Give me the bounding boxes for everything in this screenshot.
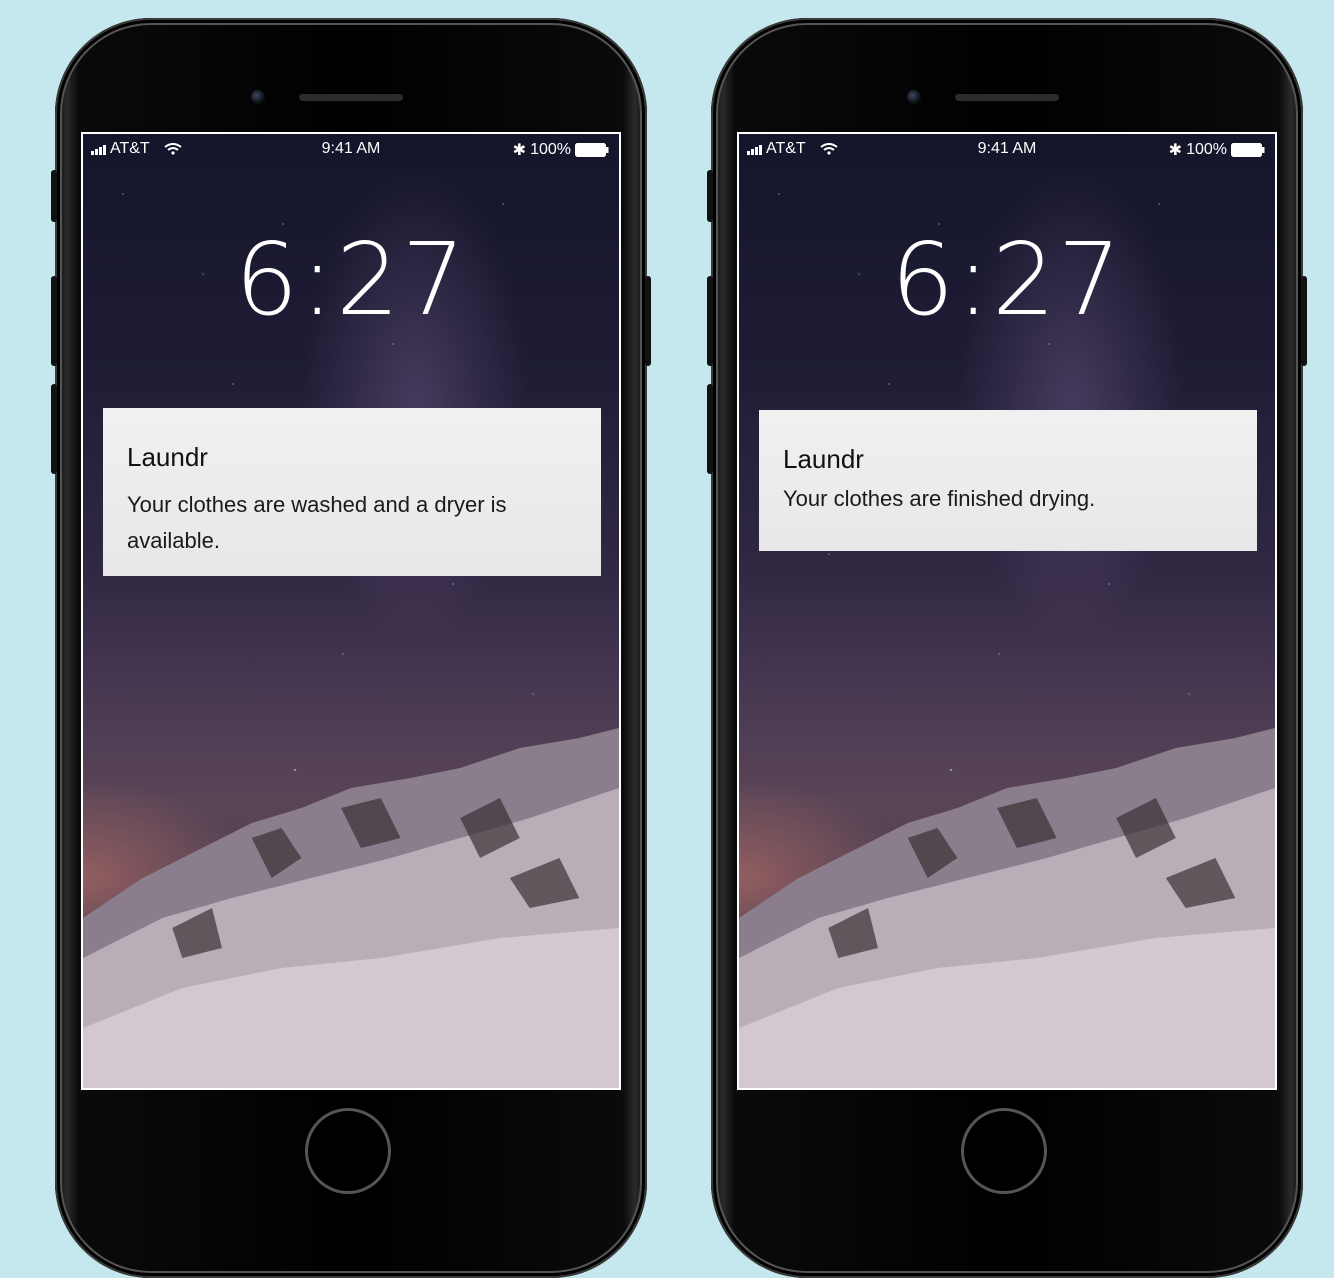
- volume-up-button: [707, 276, 713, 366]
- lock-screen: AT&T 9:41 AM ✱ 100% 6:27 Laundr Your clo…: [81, 132, 621, 1090]
- earpiece-speaker: [299, 94, 403, 101]
- power-button: [1301, 276, 1307, 366]
- volume-up-button: [51, 276, 57, 366]
- lock-screen: AT&T 9:41 AM ✱ 100% 6:27 Laundr Your clo…: [737, 132, 1277, 1090]
- phone-mockup-right: AT&T 9:41 AM ✱ 100% 6:27 Laundr Your clo…: [707, 18, 1307, 1278]
- notification-message: Your clothes are washed and a dryer is a…: [127, 492, 507, 553]
- home-button[interactable]: [305, 1108, 391, 1194]
- front-camera: [251, 90, 265, 104]
- mute-switch: [51, 170, 57, 222]
- snowy-mountain-wallpaper: [739, 728, 1275, 1088]
- phone-mockup-left: AT&T 9:41 AM ✱ 100% 6:27 Laundr Your clo…: [51, 18, 651, 1278]
- battery-percent: 100%: [530, 141, 571, 158]
- front-camera: [907, 90, 921, 104]
- volume-down-button: [707, 384, 713, 474]
- lock-screen-clock: 6:27: [890, 221, 1124, 338]
- battery-percent: 100%: [1186, 141, 1227, 158]
- notification-app-name: Laundr: [783, 444, 864, 474]
- notification-app-name: Laundr: [127, 442, 208, 472]
- power-button: [645, 276, 651, 366]
- lock-screen-clock: 6:27: [234, 221, 468, 338]
- status-bar: AT&T 9:41 AM ✱ 100%: [739, 134, 1275, 164]
- volume-down-button: [51, 384, 57, 474]
- home-button[interactable]: [961, 1108, 1047, 1194]
- earpiece-speaker: [955, 94, 1059, 101]
- status-bar: AT&T 9:41 AM ✱ 100%: [83, 134, 619, 164]
- battery-icon: [1231, 143, 1265, 157]
- bluetooth-icon: ✱: [512, 142, 527, 159]
- bluetooth-icon: ✱: [1168, 142, 1183, 159]
- snowy-mountain-wallpaper: [83, 728, 619, 1088]
- mute-switch: [707, 170, 713, 222]
- notification-message: Your clothes are finished drying.: [783, 486, 1096, 511]
- battery-icon: [575, 143, 609, 157]
- notification-banner[interactable]: Laundr Your clothes are finished drying.: [759, 410, 1257, 551]
- notification-banner[interactable]: Laundr Your clothes are washed and a dry…: [103, 408, 601, 576]
